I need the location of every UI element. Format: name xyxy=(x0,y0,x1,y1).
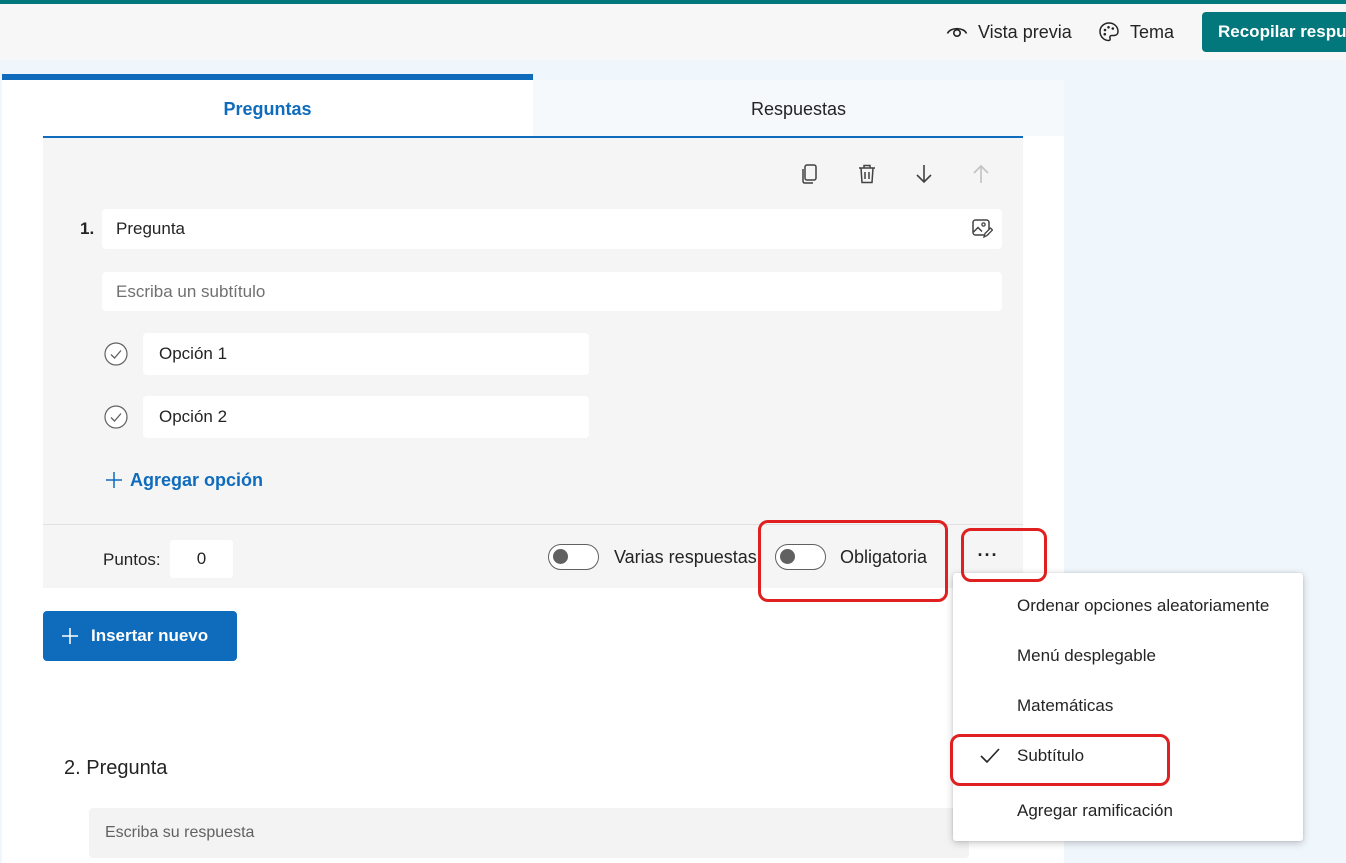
menu-item-shuffle-options[interactable]: Ordenar opciones aleatoriamente xyxy=(953,584,1303,628)
option-1-input[interactable]: Opción 1 xyxy=(143,333,589,375)
toggle-knob xyxy=(780,549,795,564)
preview-button[interactable]: Vista previa xyxy=(946,4,1072,60)
more-options-button[interactable]: ··· xyxy=(967,540,1009,570)
insert-media-button[interactable] xyxy=(968,214,996,242)
menu-item-math[interactable]: Matemáticas xyxy=(953,684,1303,728)
menu-item-label: Subtítulo xyxy=(1017,746,1085,765)
question-2-answer-input[interactable]: Escriba su respuesta xyxy=(89,808,969,858)
theme-label: Tema xyxy=(1130,21,1175,42)
arrow-down-icon xyxy=(916,165,932,184)
menu-item-subtitle[interactable]: Subtítulo xyxy=(953,734,1303,778)
points-label: Puntos: xyxy=(103,550,161,569)
tab-preguntas[interactable]: Preguntas xyxy=(2,80,533,138)
menu-item-label: Matemáticas xyxy=(1017,696,1114,715)
subtitle-input[interactable]: Escriba un subtítulo xyxy=(102,272,1002,311)
question-title-text: Pregunta xyxy=(116,219,185,238)
multiple-answers-toggle[interactable] xyxy=(548,544,599,570)
option-2-text: Opción 2 xyxy=(159,407,228,426)
insert-new-label: Insertar nuevo xyxy=(91,626,209,645)
question-title-input[interactable]: Pregunta xyxy=(102,209,1002,249)
option-1-check-icon[interactable] xyxy=(104,342,128,366)
tab-respuestas[interactable]: Respuestas xyxy=(533,80,1064,138)
copy-question-button[interactable] xyxy=(796,160,824,188)
menu-item-label: Agregar ramificación xyxy=(1017,801,1173,820)
menu-item-dropdown[interactable]: Menú desplegable xyxy=(953,634,1303,678)
option-2-input[interactable]: Opción 2 xyxy=(143,396,589,438)
add-option-label: Agregar opción xyxy=(130,469,264,490)
trash-icon xyxy=(859,164,875,184)
add-option-button[interactable]: Agregar opción xyxy=(104,466,263,494)
question-2-answer-placeholder: Escriba su respuesta xyxy=(105,824,255,841)
card-footer-divider xyxy=(43,524,1023,525)
question-number: 1. xyxy=(80,219,95,238)
menu-item-add-branching[interactable]: Agregar ramificación xyxy=(953,789,1303,833)
option-2-check-icon[interactable] xyxy=(104,405,128,429)
move-down-button[interactable] xyxy=(910,160,938,188)
more-options-menu: Ordenar opciones aleatoriamente Menú des… xyxy=(953,573,1303,841)
plus-icon xyxy=(106,472,122,488)
collect-responses-button[interactable]: Recopilar respuestas xyxy=(1202,12,1346,52)
menu-item-label: Menú desplegable xyxy=(1017,646,1156,665)
multiple-answers-label: Varias respuestas xyxy=(614,547,757,567)
palette-icon xyxy=(1099,22,1119,42)
question-2-title: 2. Pregunta xyxy=(64,757,168,779)
insert-new-button[interactable]: Insertar nuevo xyxy=(43,611,237,661)
top-toolbar: Vista previa Tema Recopilar respuestas xyxy=(0,4,1346,60)
theme-button[interactable]: Tema xyxy=(1098,4,1174,60)
required-toggle[interactable] xyxy=(775,544,826,570)
points-input[interactable]: 0 xyxy=(170,540,233,578)
required-label: Obligatoria xyxy=(840,547,928,567)
delete-question-button[interactable] xyxy=(853,160,881,188)
points-value: 0 xyxy=(196,549,207,568)
checkmark-icon xyxy=(980,748,1000,764)
eye-icon xyxy=(946,27,968,38)
more-icon: ··· xyxy=(977,544,999,565)
toggle-knob xyxy=(553,549,568,564)
option-1-text: Opción 1 xyxy=(159,344,228,363)
preview-label: Vista previa xyxy=(978,21,1072,42)
menu-item-label: Ordenar opciones aleatoriamente xyxy=(1017,596,1270,615)
arrow-up-icon xyxy=(973,164,989,183)
copy-icon xyxy=(802,164,817,184)
move-up-button[interactable] xyxy=(967,160,995,188)
subtitle-placeholder: Escriba un subtítulo xyxy=(116,281,266,301)
image-edit-icon xyxy=(972,219,993,239)
plus-icon xyxy=(62,628,78,644)
